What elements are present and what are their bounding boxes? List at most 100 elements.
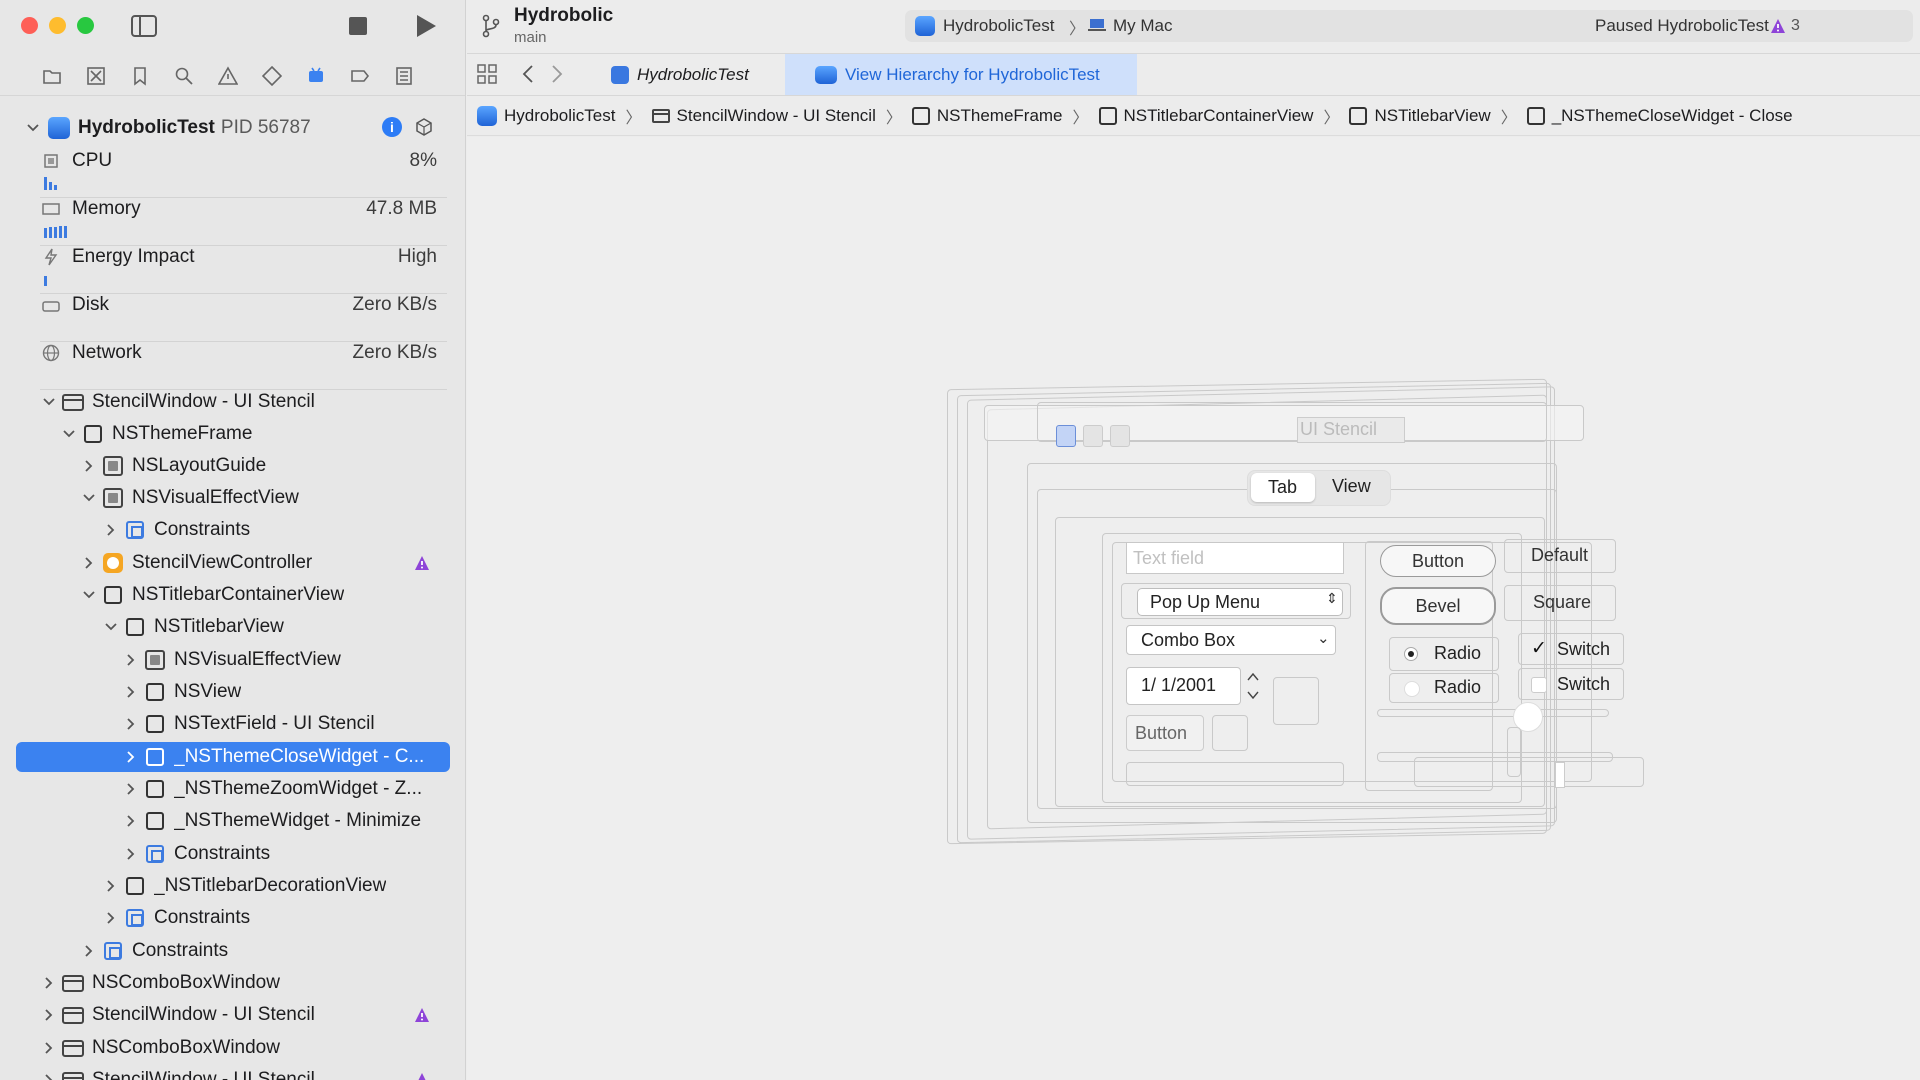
tree-row[interactable]: Constraints: [16, 936, 450, 966]
chevron-down-icon[interactable]: [80, 489, 98, 507]
chevron-right-icon[interactable]: [122, 683, 140, 701]
radio-row[interactable]: Radio: [1389, 673, 1499, 703]
bookmark-icon[interactable]: [128, 64, 151, 87]
tree-row[interactable]: _NSTitlebarDecorationView: [16, 871, 450, 901]
scroller-knob[interactable]: [1555, 762, 1565, 788]
process-row[interactable]: HydrobolicTest PID 56787 i: [24, 113, 444, 143]
combo-box[interactable]: Combo Box ⌄: [1126, 625, 1336, 655]
chevron-right-icon[interactable]: [80, 942, 98, 960]
breadcrumb-item[interactable]: NSThemeFrame: [911, 106, 1063, 126]
info-icon[interactable]: i: [382, 117, 402, 137]
switch-row[interactable]: ✓ Switch: [1518, 633, 1624, 665]
breadcrumb-item[interactable]: StencilWindow - UI Stencil: [651, 106, 876, 126]
forward-icon[interactable]: [551, 64, 567, 86]
folder-icon[interactable]: [40, 64, 63, 87]
close-window-button[interactable]: [21, 17, 38, 34]
chevron-right-icon[interactable]: [122, 845, 140, 863]
color-well[interactable]: [1273, 677, 1319, 725]
breadcrumb-item[interactable]: HydrobolicTest: [477, 105, 616, 126]
tree-row[interactable]: NSTitlebarContainerView: [16, 580, 450, 610]
layer-bottom[interactable]: [1414, 757, 1644, 787]
popup-button[interactable]: Pop Up Menu ⇕: [1137, 588, 1343, 616]
tree-row[interactable]: NSComboBoxWindow: [16, 968, 450, 998]
breadcrumb-item[interactable]: NSTitlebarView: [1349, 106, 1491, 126]
breadcrumb-item[interactable]: _NSThemeCloseWidget - Close: [1526, 106, 1793, 126]
image-well[interactable]: [1212, 715, 1248, 751]
runtime-issue-icon[interactable]: [414, 555, 430, 571]
zoom-widget[interactable]: [1083, 425, 1103, 447]
test-icon[interactable]: [260, 64, 283, 87]
radio-on-icon[interactable]: [1404, 647, 1418, 661]
stepper[interactable]: [1245, 669, 1261, 703]
zoom-window-button[interactable]: [77, 17, 94, 34]
chevron-down-icon[interactable]: [24, 119, 42, 137]
tree-row[interactable]: Constraints: [16, 839, 450, 869]
tree-row[interactable]: StencilWindow - UI Stencil: [16, 387, 450, 417]
runtime-issue-icon[interactable]: [414, 1072, 430, 1080]
chevron-right-icon[interactable]: [40, 974, 58, 992]
scheme-target[interactable]: HydrobolicTest: [943, 16, 1055, 36]
project-name[interactable]: Hydrobolic: [514, 5, 613, 27]
bevel-button[interactable]: Bevel: [1380, 587, 1496, 625]
tree-row[interactable]: NSVisualEffectView: [16, 645, 450, 675]
stop-icon[interactable]: [345, 14, 371, 38]
tree-row[interactable]: StencilWindow - UI Stencil: [16, 1000, 450, 1030]
report-icon[interactable]: [392, 64, 415, 87]
push-button[interactable]: Button: [1380, 545, 1496, 577]
tree-row[interactable]: NSComboBoxWindow: [16, 1033, 450, 1063]
tree-row[interactable]: NSTextField - UI Stencil: [16, 709, 450, 739]
tree-row[interactable]: NSView: [16, 677, 450, 707]
tab-hydrobolictest[interactable]: HydrobolicTest: [611, 54, 781, 95]
chevron-right-icon[interactable]: [80, 457, 98, 475]
chevron-right-icon[interactable]: [40, 1071, 58, 1080]
checkbox-empty-icon[interactable]: [1531, 677, 1547, 693]
tree-row[interactable]: StencilWindow - UI Stencil: [16, 1065, 450, 1080]
radio-row[interactable]: Radio: [1389, 637, 1499, 671]
tab-view-hierarchy[interactable]: View Hierarchy for HydrobolicTest: [785, 54, 1137, 95]
tree-row-selected[interactable]: _NSThemeCloseWidget - C...: [16, 742, 450, 772]
cube-icon[interactable]: [414, 117, 434, 137]
chevron-right-icon[interactable]: [122, 748, 140, 766]
chevron-right-icon[interactable]: [102, 521, 120, 539]
button-outline[interactable]: Button: [1126, 715, 1204, 751]
default-button[interactable]: Default: [1504, 539, 1616, 573]
tree-row[interactable]: _NSThemeZoomWidget - Z...: [16, 774, 450, 804]
find-icon[interactable]: [172, 64, 195, 87]
tree-row[interactable]: Constraints: [16, 515, 450, 545]
vertical-slider[interactable]: [1507, 727, 1521, 777]
chevron-right-icon[interactable]: [80, 554, 98, 572]
debug-icon[interactable]: [304, 64, 327, 87]
breakpoint-icon[interactable]: [348, 64, 371, 87]
activity-view[interactable]: HydrobolicTest 〉 My Mac Paused Hydroboli…: [905, 10, 1913, 42]
run-destination[interactable]: My Mac: [1113, 16, 1173, 36]
sidebar-toggle-icon[interactable]: [130, 13, 158, 39]
minimize-window-button[interactable]: [49, 17, 66, 34]
chevron-right-icon[interactable]: [102, 877, 120, 895]
chevron-right-icon[interactable]: [122, 780, 140, 798]
chevron-down-icon[interactable]: [60, 425, 78, 443]
source-control-icon[interactable]: [84, 64, 107, 87]
chevron-down-icon[interactable]: ⌄: [1317, 629, 1330, 647]
chevron-right-icon[interactable]: [122, 812, 140, 830]
disk-gauge[interactable]: Disk Zero KB/s: [40, 294, 447, 342]
chevron-right-icon[interactable]: [122, 715, 140, 733]
tab-segmented-control[interactable]: Tab View: [1247, 470, 1391, 506]
minimize-widget[interactable]: [1110, 425, 1130, 447]
runtime-issue-icon[interactable]: [414, 1007, 430, 1023]
chevron-right-icon[interactable]: [40, 1039, 58, 1057]
text-field[interactable]: Text field: [1126, 542, 1344, 574]
chevron-down-icon[interactable]: [102, 618, 120, 636]
view-hierarchy-canvas[interactable]: UI Stencil Tab View Text field Pop Up Me…: [467, 137, 1920, 1080]
grid-icon[interactable]: [477, 64, 499, 86]
layer-slider-track[interactable]: [1126, 762, 1344, 786]
tree-row[interactable]: NSThemeFrame: [16, 419, 450, 449]
close-widget-highlight[interactable]: [1056, 425, 1076, 447]
tree-row[interactable]: Constraints: [16, 903, 450, 933]
breadcrumb-item[interactable]: NSTitlebarContainerView: [1098, 106, 1313, 126]
memory-gauge[interactable]: Memory 47.8 MB: [40, 198, 447, 246]
chevron-right-icon[interactable]: [40, 1006, 58, 1024]
chevron-down-icon[interactable]: [40, 393, 58, 411]
checkmark-icon[interactable]: ✓: [1531, 637, 1547, 660]
runtime-issue-icon[interactable]: [1770, 18, 1786, 34]
segment-label[interactable]: View: [1332, 476, 1371, 497]
